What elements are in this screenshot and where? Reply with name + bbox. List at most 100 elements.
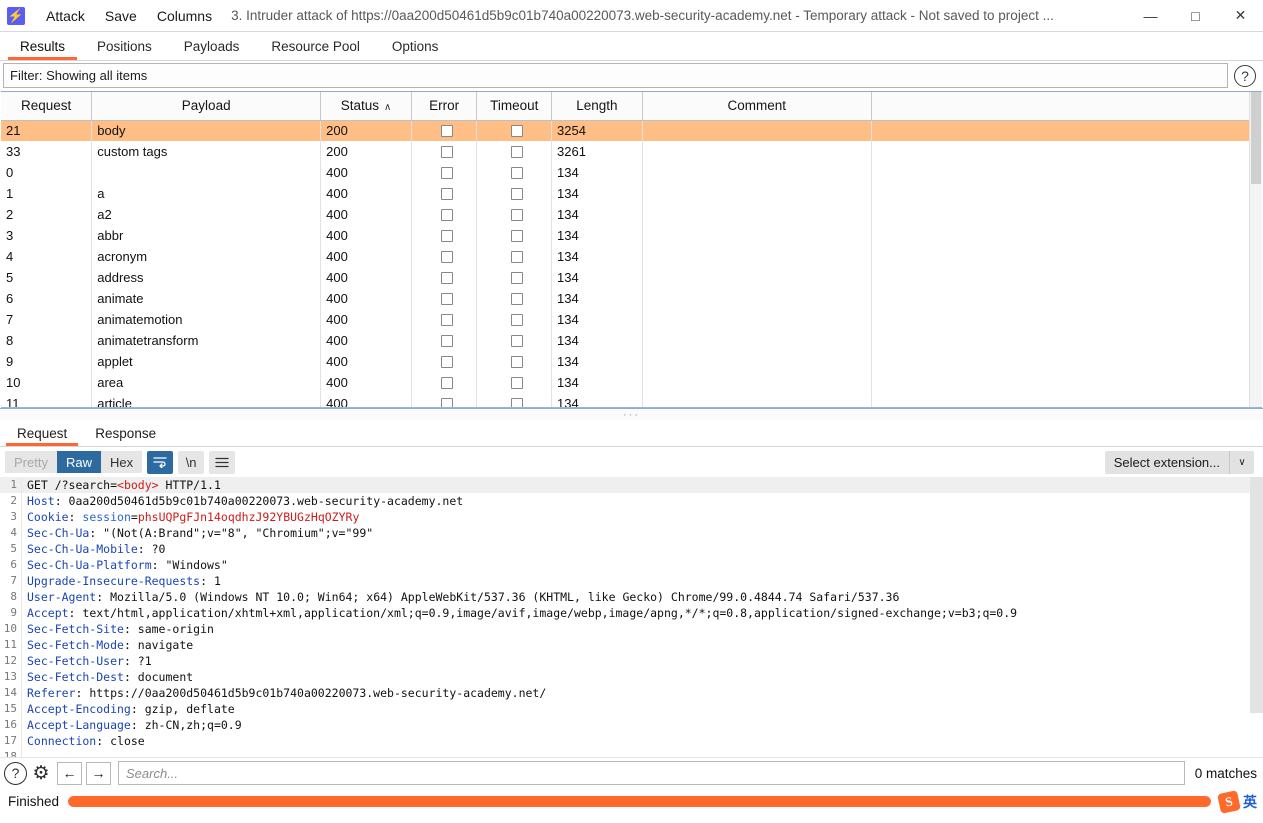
- question-mark-icon[interactable]: ?: [4, 761, 27, 785]
- search-input[interactable]: Search...: [118, 761, 1185, 785]
- code-text[interactable]: Upgrade-Insecure-Requests: 1: [22, 573, 221, 589]
- code-text[interactable]: Sec-Ch-Ua: "(Not(A:Brand";v="8", "Chromi…: [22, 525, 373, 541]
- table-row[interactable]: 33 custom tags 200 3261: [1, 141, 1262, 162]
- request-editor[interactable]: 1 GET /?search=<body> HTTP/1.1 2 Host: 0aa2…: [0, 477, 1263, 757]
- code-text[interactable]: Sec-Ch-Ua-Mobile: ?0: [22, 541, 165, 557]
- timeout-checkbox[interactable]: [510, 146, 523, 158]
- code-text[interactable]: Accept-Language: zh-CN,zh;q=0.9: [22, 717, 242, 733]
- error-checkbox[interactable]: [440, 377, 453, 389]
- timeout-checkbox[interactable]: [510, 188, 523, 200]
- request-vertical-scrollbar[interactable]: [1250, 477, 1263, 757]
- request-scrollbar-thumb[interactable]: [1250, 477, 1263, 713]
- timeout-checkbox[interactable]: [510, 314, 523, 326]
- menu-attack[interactable]: Attack: [37, 5, 94, 27]
- table-row[interactable]: 9 applet 400 134: [1, 351, 1262, 372]
- hamburger-menu-icon[interactable]: [209, 450, 236, 474]
- close-button[interactable]: ✕: [1218, 0, 1263, 32]
- pane-splitter[interactable]: ···: [0, 408, 1263, 420]
- question-mark-icon[interactable]: ?: [1234, 64, 1256, 87]
- code-text[interactable]: GET /?search=<body> HTTP/1.1: [22, 477, 221, 493]
- table-row[interactable]: 4 acronym 400 134: [1, 246, 1262, 267]
- timeout-checkbox[interactable]: [510, 167, 523, 179]
- maximize-button[interactable]: □: [1173, 0, 1218, 32]
- timeout-checkbox[interactable]: [510, 209, 523, 221]
- column-header-comment[interactable]: Comment: [642, 92, 872, 121]
- filter-field[interactable]: Filter: Showing all items: [3, 63, 1228, 88]
- timeout-checkbox[interactable]: [510, 356, 523, 368]
- pretty-view-button[interactable]: Pretty: [5, 451, 57, 473]
- results-scrollbar-thumb[interactable]: [1251, 92, 1261, 184]
- error-checkbox[interactable]: [440, 251, 453, 263]
- gear-icon[interactable]: ⚙: [29, 761, 53, 785]
- minimize-button[interactable]: —: [1128, 0, 1173, 32]
- timeout-checkbox[interactable]: [510, 251, 523, 263]
- table-row[interactable]: 5 address 400 134: [1, 267, 1262, 288]
- code-text[interactable]: Sec-Fetch-Site: same-origin: [22, 621, 214, 637]
- code-text[interactable]: Cookie: session=phsUQPgFJn14oqdhzJ92YBUG…: [22, 509, 359, 525]
- timeout-checkbox[interactable]: [510, 230, 523, 242]
- code-text[interactable]: Accept-Encoding: gzip, deflate: [22, 701, 235, 717]
- error-checkbox[interactable]: [440, 272, 453, 284]
- error-checkbox[interactable]: [440, 167, 453, 179]
- code-text[interactable]: Host: 0aa200d50461d5b9c01b740a00220073.w…: [22, 493, 463, 509]
- tab-resource-pool[interactable]: Resource Pool: [255, 32, 376, 60]
- hex-view-button[interactable]: Hex: [100, 451, 143, 473]
- code-text[interactable]: Connection: close: [22, 733, 145, 749]
- table-row[interactable]: 8 animatetransform 400 134: [1, 330, 1262, 351]
- code-text[interactable]: User-Agent: Mozilla/5.0 (Windows NT 10.0…: [22, 589, 899, 605]
- show-newline-icon[interactable]: \n: [178, 450, 205, 474]
- timeout-checkbox[interactable]: [510, 377, 523, 389]
- ime-indicator[interactable]: S 英: [1217, 789, 1263, 814]
- tab-response[interactable]: Response: [81, 420, 170, 446]
- table-row[interactable]: 2 a2 400 134: [1, 204, 1262, 225]
- column-header-status[interactable]: Status ∧: [320, 92, 412, 121]
- code-text[interactable]: Referer: https://0aa200d50461d5b9c01b740…: [22, 685, 546, 701]
- table-row[interactable]: 0 400 134: [1, 162, 1262, 183]
- code-text[interactable]: Accept: text/html,application/xhtml+xml,…: [22, 605, 1017, 621]
- column-header-payload[interactable]: Payload: [91, 92, 322, 121]
- table-row[interactable]: 10 area 400 134: [1, 372, 1262, 393]
- column-header-length[interactable]: Length: [551, 92, 643, 121]
- timeout-checkbox[interactable]: [510, 293, 523, 305]
- tab-options[interactable]: Options: [376, 32, 455, 60]
- table-row[interactable]: 7 animatemotion 400 134: [1, 309, 1262, 330]
- table-row[interactable]: 3 abbr 400 134: [1, 225, 1262, 246]
- tab-payloads[interactable]: Payloads: [168, 32, 256, 60]
- error-checkbox[interactable]: [440, 335, 453, 347]
- error-checkbox[interactable]: [440, 356, 453, 368]
- menu-save[interactable]: Save: [96, 5, 146, 27]
- error-checkbox[interactable]: [440, 146, 453, 158]
- tab-positions[interactable]: Positions: [81, 32, 168, 60]
- tab-results[interactable]: Results: [4, 32, 81, 60]
- results-vertical-scrollbar[interactable]: [1249, 92, 1262, 407]
- timeout-checkbox[interactable]: [510, 398, 523, 407]
- code-text[interactable]: Sec-Fetch-Mode: navigate: [22, 637, 193, 653]
- raw-view-button[interactable]: Raw: [56, 451, 101, 473]
- timeout-checkbox[interactable]: [510, 272, 523, 284]
- table-row[interactable]: 1 a 400 134: [1, 183, 1262, 204]
- timeout-checkbox[interactable]: [510, 125, 523, 138]
- code-text[interactable]: Sec-Ch-Ua-Platform: "Windows": [22, 557, 228, 573]
- table-row[interactable]: 21 body 200 3254: [1, 120, 1262, 141]
- column-header-request[interactable]: Request: [1, 92, 93, 121]
- tab-request[interactable]: Request: [3, 420, 81, 446]
- timeout-checkbox[interactable]: [510, 335, 523, 347]
- error-checkbox[interactable]: [440, 398, 453, 407]
- error-checkbox[interactable]: [440, 314, 453, 326]
- arrow-left-icon[interactable]: ←: [57, 761, 82, 785]
- error-checkbox[interactable]: [440, 125, 453, 138]
- table-row[interactable]: 11 article 400 134: [1, 393, 1262, 407]
- table-row[interactable]: 6 animate 400 134: [1, 288, 1262, 309]
- column-header-timeout[interactable]: Timeout: [476, 92, 553, 121]
- code-text[interactable]: Sec-Fetch-Dest: document: [22, 669, 193, 685]
- column-header-error[interactable]: Error: [411, 92, 478, 121]
- error-checkbox[interactable]: [440, 230, 453, 242]
- arrow-right-icon[interactable]: →: [86, 761, 111, 785]
- error-checkbox[interactable]: [440, 188, 453, 200]
- word-wrap-icon[interactable]: [147, 450, 174, 474]
- select-extension-dropdown[interactable]: Select extension... ∨: [1104, 450, 1254, 474]
- error-checkbox[interactable]: [440, 293, 453, 305]
- code-text[interactable]: Sec-Fetch-User: ?1: [22, 653, 152, 669]
- menu-columns[interactable]: Columns: [148, 5, 221, 27]
- error-checkbox[interactable]: [440, 209, 453, 221]
